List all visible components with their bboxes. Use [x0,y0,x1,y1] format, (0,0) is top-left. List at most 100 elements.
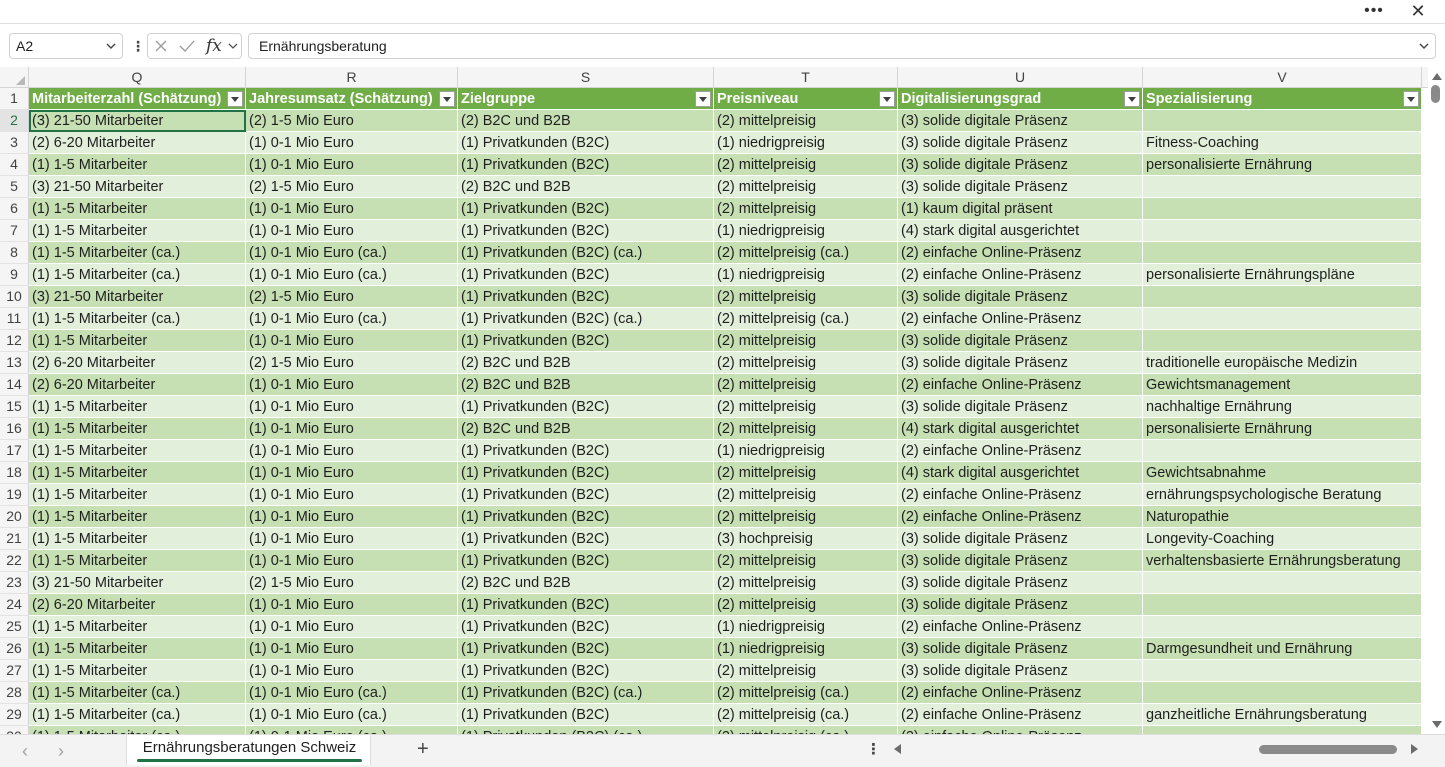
more-vertical-icon[interactable]: ⋮ [866,740,881,760]
close-icon[interactable]: ✕ [1406,0,1430,24]
filter-dropdown-icon[interactable] [695,91,711,107]
cell-spezialisierung[interactable] [1143,726,1422,734]
cell-zielgruppe[interactable]: (1) Privatkunden (B2C) [458,286,714,308]
cell-mitarbeiterzahl[interactable]: (3) 21-50 Mitarbeiter [29,110,246,132]
cell-jahresumsatz[interactable]: (1) 0-1 Mio Euro [246,154,458,176]
cell-zielgruppe[interactable]: (2) B2C und B2B [458,352,714,374]
cell-spezialisierung[interactable] [1143,682,1422,704]
cell-mitarbeiterzahl[interactable]: (1) 1-5 Mitarbeiter (ca.) [29,704,246,726]
cell-mitarbeiterzahl[interactable]: (1) 1-5 Mitarbeiter [29,198,246,220]
cell-jahresumsatz[interactable]: (1) 0-1 Mio Euro [246,132,458,154]
header-cell[interactable]: Zielgruppe [458,88,714,110]
cell-digitalisierungsgrad[interactable]: (3) solide digitale Präsenz [898,396,1143,418]
cell-digitalisierungsgrad[interactable]: (4) stark digital ausgerichtet [898,220,1143,242]
cell-zielgruppe[interactable]: (1) Privatkunden (B2C) (ca.) [458,682,714,704]
cell-zielgruppe[interactable]: (2) B2C und B2B [458,110,714,132]
row-header[interactable]: 23 [0,572,29,594]
row-header[interactable]: 17 [0,440,29,462]
row-header[interactable]: 30 [0,726,29,734]
horizontal-scroll-thumb[interactable] [1259,745,1397,754]
cell-jahresumsatz[interactable]: (2) 1-5 Mio Euro [246,176,458,198]
cell-jahresumsatz[interactable]: (2) 1-5 Mio Euro [246,352,458,374]
cell-jahresumsatz[interactable]: (1) 0-1 Mio Euro [246,462,458,484]
filter-dropdown-icon[interactable] [1403,91,1419,107]
header-cell[interactable]: Digitalisierungsgrad [898,88,1143,110]
filter-dropdown-icon[interactable] [227,91,243,107]
cell-digitalisierungsgrad[interactable]: (2) einfache Online-Präsenz [898,616,1143,638]
row-header[interactable]: 12 [0,330,29,352]
column-header-v[interactable]: V [1143,67,1422,88]
cell-spezialisierung[interactable] [1143,198,1422,220]
cell-digitalisierungsgrad[interactable]: (2) einfache Online-Präsenz [898,506,1143,528]
cell-jahresumsatz[interactable]: (1) 0-1 Mio Euro [246,616,458,638]
cell-jahresumsatz[interactable]: (2) 1-5 Mio Euro [246,572,458,594]
cell-digitalisierungsgrad[interactable]: (2) einfache Online-Präsenz [898,682,1143,704]
cell-zielgruppe[interactable]: (1) Privatkunden (B2C) [458,528,714,550]
row-header[interactable]: 20 [0,506,29,528]
cell-digitalisierungsgrad[interactable]: (2) einfache Online-Präsenz [898,242,1143,264]
cell-spezialisierung[interactable]: Fitness-Coaching [1143,132,1422,154]
cell-spezialisierung[interactable] [1143,110,1422,132]
filter-dropdown-icon[interactable] [879,91,895,107]
cell-digitalisierungsgrad[interactable]: (3) solide digitale Präsenz [898,154,1143,176]
cell-jahresumsatz[interactable]: (1) 0-1 Mio Euro (ca.) [246,682,458,704]
cell-digitalisierungsgrad[interactable]: (3) solide digitale Präsenz [898,528,1143,550]
cell-preisniveau[interactable]: (2) mittelpreisig [714,396,898,418]
cell-preisniveau[interactable]: (1) niedrigpreisig [714,220,898,242]
cell-preisniveau[interactable]: (2) mittelpreisig [714,176,898,198]
cell-mitarbeiterzahl[interactable]: (1) 1-5 Mitarbeiter [29,462,246,484]
cell-preisniveau[interactable]: (2) mittelpreisig [714,286,898,308]
cell-mitarbeiterzahl[interactable]: (1) 1-5 Mitarbeiter [29,330,246,352]
cell-mitarbeiterzahl[interactable]: (1) 1-5 Mitarbeiter [29,154,246,176]
scroll-up-icon[interactable] [1432,73,1442,80]
row-header[interactable]: 14 [0,374,29,396]
cell-spezialisierung[interactable]: personalisierte Ernährung [1143,418,1422,440]
name-box[interactable]: A2 [9,33,123,59]
scroll-right-icon[interactable] [1411,744,1418,754]
cell-spezialisierung[interactable]: ernährungspsychologische Beratung [1143,484,1422,506]
row-header[interactable]: 29 [0,704,29,726]
cell-mitarbeiterzahl[interactable]: (1) 1-5 Mitarbeiter [29,660,246,682]
cell-preisniveau[interactable]: (2) mittelpreisig [714,418,898,440]
cell-mitarbeiterzahl[interactable]: (1) 1-5 Mitarbeiter [29,506,246,528]
cell-jahresumsatz[interactable]: (1) 0-1 Mio Euro [246,220,458,242]
cell-spezialisierung[interactable] [1143,440,1422,462]
cell-zielgruppe[interactable]: (1) Privatkunden (B2C) [458,330,714,352]
cell-preisniveau[interactable]: (2) mittelpreisig [714,110,898,132]
cell-preisniveau[interactable]: (2) mittelpreisig (ca.) [714,682,898,704]
row-header[interactable]: 15 [0,396,29,418]
cell-jahresumsatz[interactable]: (1) 0-1 Mio Euro [246,638,458,660]
column-header-q[interactable]: Q [29,67,246,88]
row-header[interactable]: 5 [0,176,29,198]
chevron-right-icon[interactable]: › [58,741,64,761]
row-header[interactable]: 2 [0,110,29,132]
row-header[interactable]: 7 [0,220,29,242]
cell-preisniveau[interactable]: (2) mittelpreisig [714,550,898,572]
add-sheet-icon[interactable]: + [417,738,429,760]
cell-preisniveau[interactable]: (2) mittelpreisig (ca.) [714,308,898,330]
scroll-left-icon[interactable] [894,744,901,754]
cell-digitalisierungsgrad[interactable]: (4) stark digital ausgerichtet [898,462,1143,484]
cell-zielgruppe[interactable]: (1) Privatkunden (B2C) [458,396,714,418]
cell-spezialisierung[interactable]: nachhaltige Ernährung [1143,396,1422,418]
header-cell[interactable]: Mitarbeiterzahl (Schätzung) [29,88,246,110]
cell-digitalisierungsgrad[interactable]: (3) solide digitale Präsenz [898,286,1143,308]
cell-preisniveau[interactable]: (2) mittelpreisig [714,506,898,528]
row-header[interactable]: 6 [0,198,29,220]
cell-zielgruppe[interactable]: (2) B2C und B2B [458,418,714,440]
insert-function-icon[interactable]: fx [206,35,222,57]
row-header[interactable]: 26 [0,638,29,660]
cell-preisniveau[interactable]: (1) niedrigpreisig [714,132,898,154]
cell-zielgruppe[interactable]: (1) Privatkunden (B2C) [458,616,714,638]
cell-spezialisierung[interactable]: personalisierte Ernährung [1143,154,1422,176]
cell-digitalisierungsgrad[interactable]: (4) stark digital ausgerichtet [898,418,1143,440]
cell-mitarbeiterzahl[interactable]: (1) 1-5 Mitarbeiter [29,418,246,440]
cell-digitalisierungsgrad[interactable]: (3) solide digitale Präsenz [898,330,1143,352]
cell-digitalisierungsgrad[interactable]: (3) solide digitale Präsenz [898,550,1143,572]
cell-mitarbeiterzahl[interactable]: (1) 1-5 Mitarbeiter (ca.) [29,242,246,264]
cell-zielgruppe[interactable]: (1) Privatkunden (B2C) [458,638,714,660]
row-header[interactable]: 19 [0,484,29,506]
cell-zielgruppe[interactable]: (1) Privatkunden (B2C) [458,264,714,286]
formula-input[interactable]: Ernährungsberatung [248,33,1436,59]
row-header[interactable]: 24 [0,594,29,616]
